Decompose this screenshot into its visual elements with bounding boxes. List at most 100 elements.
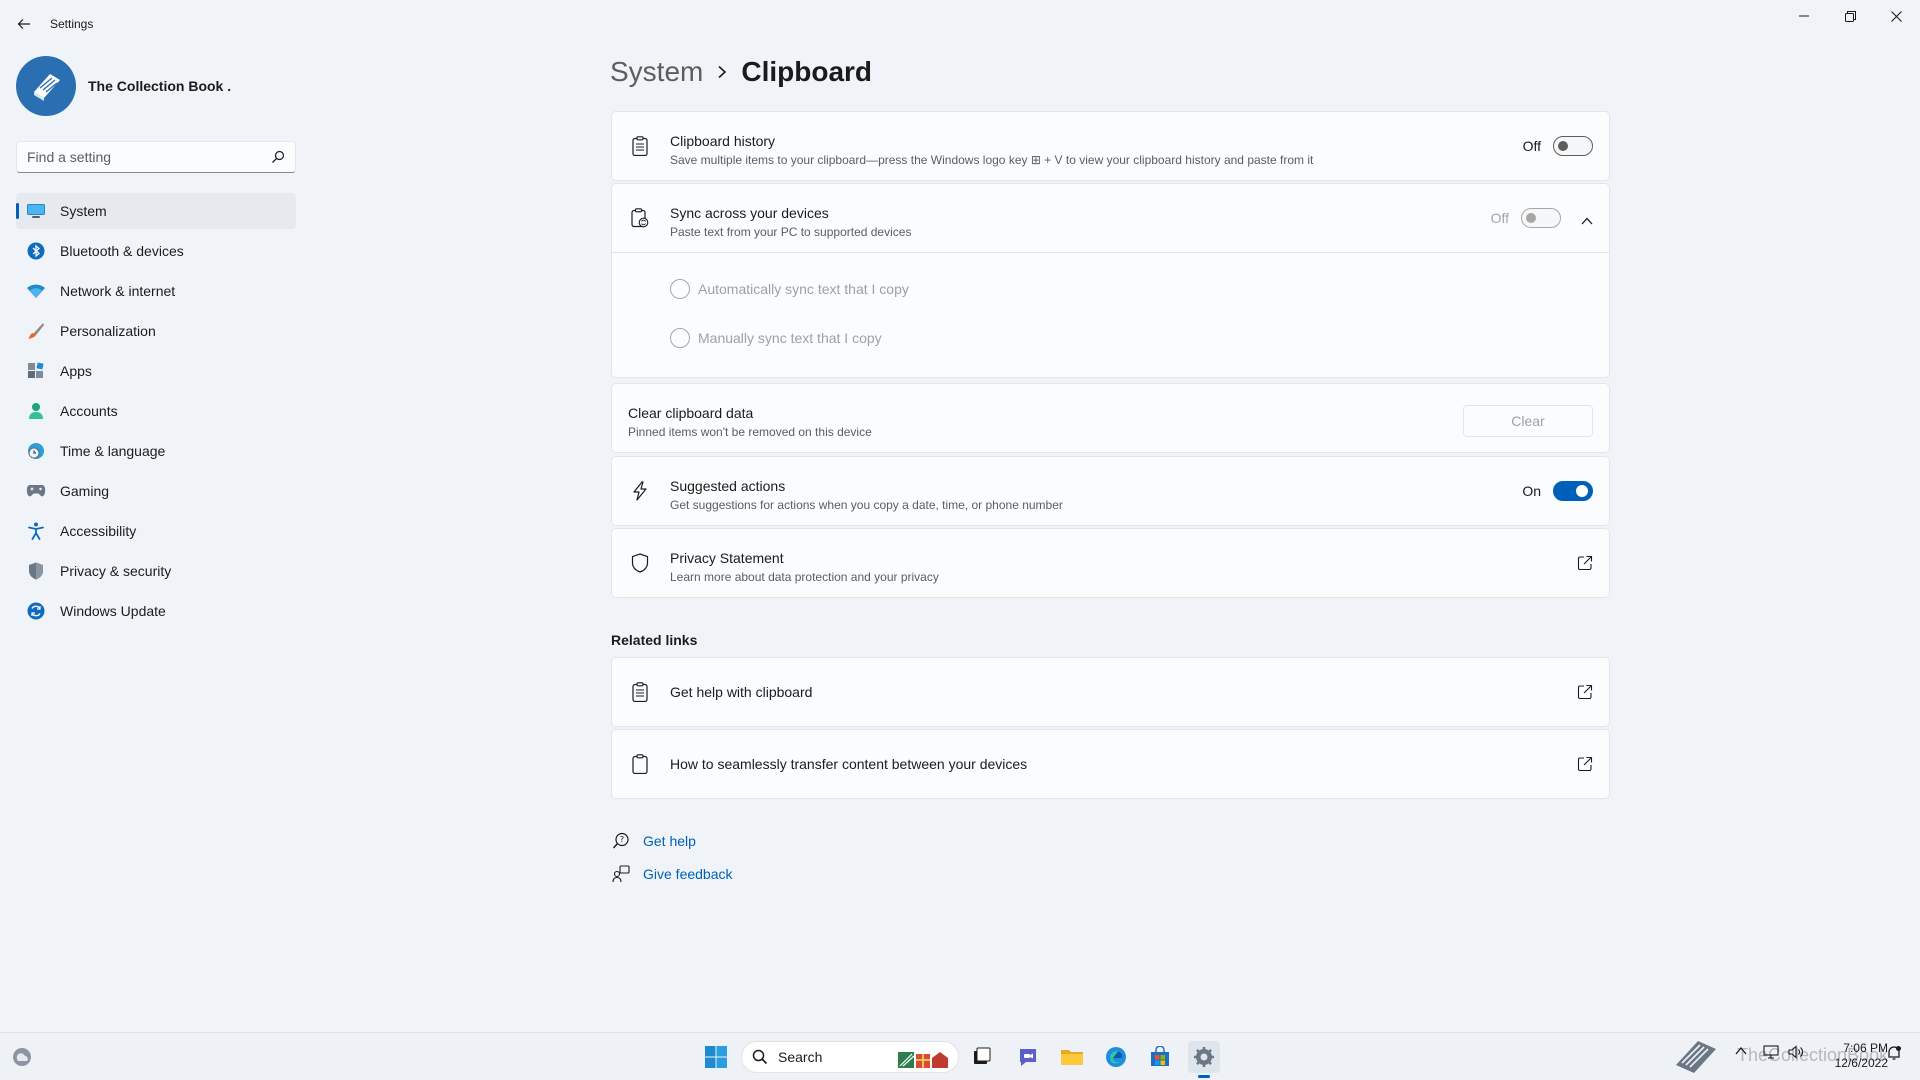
title-bar: Settings — [0, 0, 1920, 48]
privacy-statement-card[interactable]: Privacy Statement Learn more about data … — [611, 528, 1610, 598]
setting-title: Suggested actions — [670, 478, 786, 494]
related-link-transfer-content[interactable]: How to seamlessly transfer content betwe… — [612, 730, 1609, 798]
sidebar-item-apps[interactable]: Apps — [16, 353, 296, 389]
chat-icon — [1020, 1049, 1036, 1066]
network-tray-icon[interactable] — [1763, 1045, 1779, 1062]
chevron-right-icon — [717, 65, 727, 79]
sidebar-item-label: Network & internet — [60, 283, 176, 299]
setting-description: Learn more about data protection and you… — [670, 570, 939, 584]
setting-title: Clear clipboard data — [628, 405, 754, 421]
restore-icon — [1844, 10, 1856, 22]
toggle-state-label: Off — [1522, 138, 1541, 154]
related-links-heading: Related links — [611, 632, 698, 648]
suggested-actions-row: Suggested actions Get suggestions for ac… — [612, 457, 1609, 525]
open-external-icon — [1577, 684, 1593, 700]
clipboard-sync-icon — [630, 208, 650, 228]
give-feedback-link[interactable]: Give feedback — [611, 864, 733, 884]
app-title: Settings — [50, 17, 94, 31]
clock-time: 7:06 PM — [1843, 1041, 1888, 1055]
clipboard-list-icon — [630, 136, 650, 156]
edge-button[interactable] — [1100, 1041, 1132, 1073]
file-explorer-button[interactable] — [1056, 1041, 1088, 1073]
start-button[interactable] — [700, 1041, 732, 1073]
gear-icon — [1194, 1047, 1214, 1067]
sidebar-item-privacy[interactable]: Privacy & security — [16, 553, 296, 589]
privacy-statement-row[interactable]: Privacy Statement Learn more about data … — [612, 529, 1609, 597]
page-title: Clipboard — [741, 56, 873, 87]
clipboard-icon — [630, 754, 650, 774]
related-link-help-clipboard[interactable]: Get help with clipboard — [612, 658, 1609, 726]
bluetooth-icon — [26, 241, 46, 261]
settings-search[interactable] — [16, 141, 296, 173]
accessibility-icon — [26, 521, 46, 541]
toggle-knob — [1526, 213, 1536, 223]
collection-book-tray-logo — [1670, 1035, 1722, 1075]
sync-options: Automatically sync text that I copy Manu… — [612, 252, 1609, 377]
related-link-card[interactable]: How to seamlessly transfer content betwe… — [611, 729, 1610, 799]
store-button[interactable] — [1144, 1041, 1176, 1073]
profile-name: The Collection Book . — [88, 78, 232, 94]
get-help-label: Get help — [643, 833, 696, 849]
globe-clock-icon — [26, 441, 46, 461]
search-highlight-icon — [898, 1052, 948, 1068]
clear-button[interactable]: Clear — [1463, 405, 1593, 437]
brush-icon — [26, 321, 46, 341]
sidebar-item-label: Personalization — [60, 323, 156, 339]
radio-button[interactable] — [670, 279, 690, 299]
restore-button[interactable] — [1827, 4, 1873, 28]
setting-description: Pinned items won't be removed on this de… — [628, 425, 872, 439]
profile[interactable]: The Collection Book . — [16, 56, 231, 116]
sidebar-item-network[interactable]: Network & internet — [16, 273, 296, 309]
clipboard-history-toggle[interactable] — [1553, 136, 1593, 156]
taskbar-clock[interactable]: 7:06 PM 12/6/2022 — [1810, 1041, 1888, 1071]
sync-row[interactable]: Sync across your devices Paste text from… — [612, 184, 1609, 252]
setting-description: Save multiple items to your clipboard—pr… — [670, 153, 1314, 167]
related-link-card[interactable]: Get help with clipboard — [611, 657, 1610, 727]
suggested-actions-toggle[interactable] — [1553, 481, 1593, 501]
widgets-button[interactable] — [6, 1041, 38, 1073]
teams-chat-button[interactable] — [1012, 1041, 1044, 1073]
shield-icon — [26, 561, 46, 581]
volume-tray-icon[interactable] — [1788, 1045, 1804, 1062]
clipboard-history-toggle-group: Off — [1523, 136, 1593, 156]
lightning-icon — [630, 481, 650, 501]
get-help-link[interactable]: ? Get help — [611, 831, 696, 851]
breadcrumb-parent[interactable]: System — [610, 56, 703, 88]
sidebar-item-gaming[interactable]: Gaming — [16, 473, 296, 509]
toggle-state-label: On — [1522, 483, 1541, 499]
chevron-up-icon[interactable] — [1735, 1045, 1747, 1059]
sidebar-item-system[interactable]: System — [16, 193, 296, 229]
link-title: Get help with clipboard — [670, 684, 813, 700]
radio-button[interactable] — [670, 328, 690, 348]
notification-icon[interactable] — [1886, 1045, 1902, 1064]
search-input[interactable] — [17, 142, 257, 172]
sidebar-item-windows-update[interactable]: Windows Update — [16, 593, 296, 629]
radio-auto-sync[interactable]: Automatically sync text that I copy — [670, 279, 909, 299]
sidebar-item-personalization[interactable]: Personalization — [16, 313, 296, 349]
open-external-icon — [1577, 555, 1593, 571]
task-view-button[interactable] — [966, 1041, 998, 1073]
open-external-icon — [1577, 756, 1593, 772]
clear-card: Clear clipboard data Pinned items won't … — [611, 383, 1610, 453]
sidebar-item-label: Privacy & security — [60, 563, 172, 579]
sidebar-item-bluetooth[interactable]: Bluetooth & devices — [16, 233, 296, 269]
back-button[interactable] — [12, 12, 36, 36]
sidebar-item-label: Accessibility — [60, 523, 137, 539]
minimize-button[interactable] — [1781, 4, 1827, 28]
account-icon — [26, 401, 46, 421]
setting-description: Paste text from your PC to supported dev… — [670, 225, 912, 239]
help-chat-icon: ? — [611, 831, 631, 851]
sidebar-item-time-language[interactable]: Time & language — [16, 433, 296, 469]
sidebar-item-accessibility[interactable]: Accessibility — [16, 513, 296, 549]
radio-manual-sync[interactable]: Manually sync text that I copy — [670, 328, 882, 348]
settings-app-button[interactable] — [1188, 1041, 1220, 1078]
chevron-up-icon[interactable] — [1581, 212, 1593, 230]
sync-toggle[interactable] — [1521, 208, 1561, 228]
toggle-knob — [1558, 141, 1568, 151]
sidebar-item-label: Bluetooth & devices — [60, 243, 184, 259]
back-arrow-icon — [17, 19, 30, 29]
taskbar-search[interactable]: Search — [741, 1041, 959, 1073]
clipboard-history-card: Clipboard history Save multiple items to… — [611, 111, 1610, 181]
close-button[interactable] — [1873, 4, 1919, 28]
sidebar-item-accounts[interactable]: Accounts — [16, 393, 296, 429]
